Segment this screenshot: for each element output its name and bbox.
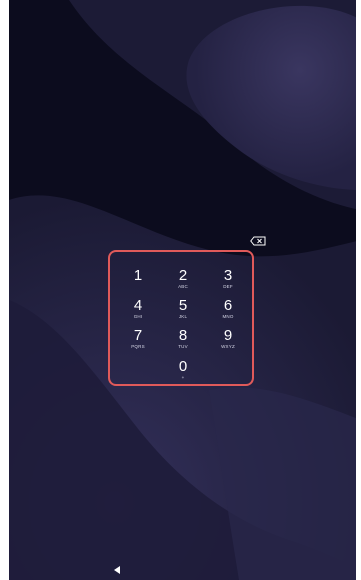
key-digit: 4: [133, 297, 143, 314]
key-digit: 3: [223, 267, 233, 284]
key-digit: 0: [178, 358, 188, 375]
key-letters: JKL: [178, 314, 188, 319]
key-digit: 1: [133, 267, 143, 284]
key-4[interactable]: 4 GHI: [116, 298, 160, 328]
key-8[interactable]: 8 TUV: [161, 328, 205, 358]
screen-edge: [356, 0, 361, 580]
key-2[interactable]: 2 ABC: [161, 268, 205, 298]
key-3[interactable]: 3 DEF: [206, 268, 250, 298]
key-letters: GHI: [133, 314, 143, 319]
backspace-icon[interactable]: [250, 236, 266, 246]
key-letters: TUV: [178, 344, 188, 349]
key-5[interactable]: 5 JKL: [161, 298, 205, 328]
pin-keypad: 1 2 ABC 3 DEF 4 GHI 5 JKL 6 MNO 7 PQRS 8…: [108, 250, 254, 386]
nav-back-icon[interactable]: [114, 566, 120, 574]
key-6[interactable]: 6 MNO: [206, 298, 250, 328]
key-9[interactable]: 9 WXYZ: [206, 328, 250, 358]
key-0[interactable]: 0 +: [161, 359, 205, 389]
key-7[interactable]: 7 PQRS: [116, 328, 160, 358]
key-digit: 2: [178, 267, 188, 284]
key-digit: 6: [223, 297, 233, 314]
key-letters: ABC: [178, 284, 188, 289]
key-letters: +: [181, 375, 185, 380]
key-letters: PQRS: [131, 344, 145, 349]
key-digit: 7: [133, 327, 143, 344]
key-letters: MNO: [222, 314, 234, 319]
key-digit: 8: [178, 327, 188, 344]
key-letters: WXYZ: [221, 344, 235, 349]
key-1[interactable]: 1: [116, 268, 160, 298]
key-letters: DEF: [223, 284, 233, 289]
key-digit: 9: [223, 327, 233, 344]
key-digit: 5: [178, 297, 188, 314]
